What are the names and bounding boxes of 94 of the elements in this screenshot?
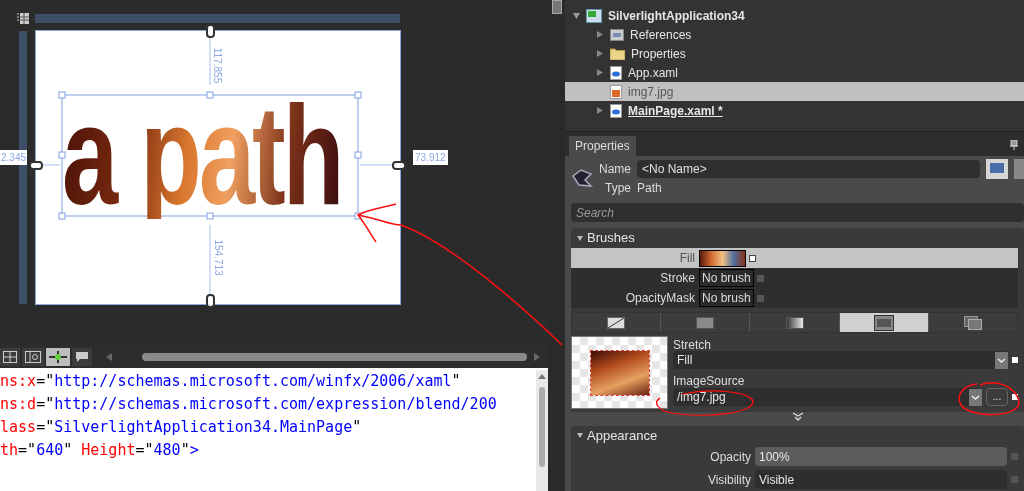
document-icon bbox=[610, 103, 622, 118]
tree-item[interactable]: MainPage.xaml * bbox=[565, 101, 1024, 120]
tree-item-label[interactable]: img7.jpg bbox=[628, 82, 674, 101]
tree-item-label[interactable]: SilverlightApplication34 bbox=[608, 6, 745, 25]
expanded-caret-icon[interactable] bbox=[573, 12, 580, 19]
property-label: Visibility bbox=[706, 471, 751, 489]
brush-label: Stroke bbox=[659, 270, 696, 287]
name-label: Name bbox=[599, 161, 631, 178]
expanded-caret-icon[interactable] bbox=[577, 433, 583, 438]
brush-value[interactable]: No brush bbox=[699, 289, 754, 307]
project-icon bbox=[586, 8, 602, 23]
section-title[interactable]: Appearance bbox=[587, 425, 658, 446]
tree-item-label[interactable]: MainPage.xaml * bbox=[628, 101, 723, 120]
view-tool-button[interactable] bbox=[0, 347, 20, 366]
collapsed-caret-icon[interactable] bbox=[597, 107, 603, 114]
properties-tab[interactable]: Properties bbox=[569, 136, 636, 156]
tree-item-label[interactable]: References bbox=[630, 25, 692, 44]
brush-type-tab[interactable] bbox=[928, 313, 1017, 332]
brush-label: OpacityMask bbox=[624, 290, 696, 307]
advanced-option-marker[interactable] bbox=[1011, 453, 1018, 460]
advanced-option-marker[interactable] bbox=[749, 254, 756, 262]
tree-item-label[interactable]: Properties bbox=[631, 44, 686, 63]
snap-grid-icon bbox=[25, 350, 41, 363]
code-line: ns:x="http://schemas.microsoft.com/winfx/2006/xaml" bbox=[0, 371, 461, 392]
brush-swatch[interactable] bbox=[699, 249, 746, 267]
advanced-option-marker[interactable] bbox=[1012, 394, 1018, 400]
image-file-icon bbox=[610, 84, 622, 99]
vertical-scrollbar[interactable] bbox=[536, 370, 548, 491]
brush-row[interactable]: Fill bbox=[571, 248, 1018, 268]
brush-type-tab[interactable] bbox=[750, 313, 839, 332]
image-source-dropdown[interactable]: /img7.jpg bbox=[673, 388, 982, 406]
brush-row[interactable]: OpacityMask No brush bbox=[571, 288, 1018, 308]
browse-button[interactable]: ... bbox=[986, 388, 1008, 406]
brush-value[interactable]: No brush bbox=[699, 269, 754, 287]
references-icon bbox=[610, 28, 624, 41]
advanced-option-marker[interactable] bbox=[1011, 476, 1018, 483]
advanced-option-marker[interactable] bbox=[756, 274, 764, 282]
type-label: Type bbox=[604, 180, 631, 197]
scroll-up-icon[interactable] bbox=[538, 374, 546, 379]
view-tool-button[interactable] bbox=[22, 347, 44, 366]
scroll-right-icon[interactable] bbox=[534, 352, 540, 361]
folder-icon bbox=[610, 47, 625, 60]
advanced-option-marker[interactable] bbox=[756, 294, 764, 302]
document-icon bbox=[610, 65, 622, 80]
collapsed-caret-icon[interactable] bbox=[597, 69, 603, 76]
tree-item[interactable]: img7.jpg bbox=[565, 82, 1024, 101]
collapsed-caret-icon[interactable] bbox=[597, 31, 603, 38]
type-value: Path bbox=[637, 180, 662, 197]
no-brush-icon bbox=[607, 316, 626, 329]
artboard-tools-icon[interactable] bbox=[17, 13, 29, 24]
section-title[interactable]: Brushes bbox=[587, 228, 635, 248]
collapsed-caret-icon[interactable] bbox=[597, 50, 603, 57]
tree-item[interactable]: References bbox=[565, 25, 1024, 44]
horizontal-scrollbar[interactable] bbox=[142, 352, 527, 361]
expand-more-icon[interactable] bbox=[791, 412, 804, 421]
comment-icon bbox=[75, 350, 89, 363]
tree-item-label[interactable]: App.xaml bbox=[628, 63, 679, 82]
brush-row[interactable]: Stroke No brush bbox=[571, 268, 1018, 288]
brush-label: Fill bbox=[678, 250, 696, 267]
search-field[interactable]: Search bbox=[571, 203, 1024, 222]
dimension-label: 154.713 bbox=[211, 239, 225, 276]
property-label: Opacity bbox=[709, 448, 751, 466]
solid-brush-icon bbox=[696, 316, 715, 329]
code-line: th="640" Height="480"> bbox=[0, 440, 199, 461]
image-source-label: ImageSource bbox=[673, 373, 746, 388]
dimension-label: 117.855 bbox=[211, 47, 225, 84]
view-tool-button[interactable] bbox=[46, 347, 70, 366]
resource-brush-icon bbox=[963, 315, 982, 330]
stretch-label: Stretch bbox=[673, 337, 712, 351]
expanded-caret-icon[interactable] bbox=[577, 235, 583, 241]
stretch-dropdown[interactable]: Fill bbox=[673, 351, 1008, 369]
property-dropdown[interactable]: Visible bbox=[755, 470, 1007, 489]
snap-line-icon bbox=[49, 350, 67, 363]
pin-icon[interactable] bbox=[1010, 140, 1018, 150]
dropdown-caret-icon[interactable] bbox=[995, 351, 1008, 369]
advanced-option-marker[interactable] bbox=[1012, 357, 1018, 363]
tree-item[interactable]: App.xaml bbox=[565, 63, 1024, 82]
path-shape-icon bbox=[571, 168, 595, 188]
tree-item[interactable]: Properties bbox=[565, 44, 1024, 63]
dropdown-caret-icon[interactable] bbox=[969, 388, 982, 406]
code-line: ns:d="http://schemas.microsoft.com/expression/blend/200 bbox=[0, 394, 497, 415]
splitter-grip-icon[interactable] bbox=[551, 0, 562, 14]
event-toggle-icon[interactable] bbox=[986, 159, 1008, 179]
dimension-label: 73.912 bbox=[413, 150, 448, 165]
code-line: lass="SilverlightApplication34.MainPage" bbox=[0, 417, 362, 438]
grid-icon bbox=[3, 350, 17, 363]
gradient-brush-icon bbox=[785, 316, 804, 329]
brush-type-tab[interactable] bbox=[572, 313, 661, 332]
name-field[interactable]: <No Name> bbox=[637, 160, 980, 178]
property-field[interactable]: 100% bbox=[755, 447, 1007, 466]
scroll-left-icon[interactable] bbox=[106, 352, 112, 361]
brush-type-tab[interactable] bbox=[839, 313, 928, 332]
dimension-label: 2.345 bbox=[0, 150, 28, 165]
view-tool-button[interactable] bbox=[72, 347, 92, 366]
